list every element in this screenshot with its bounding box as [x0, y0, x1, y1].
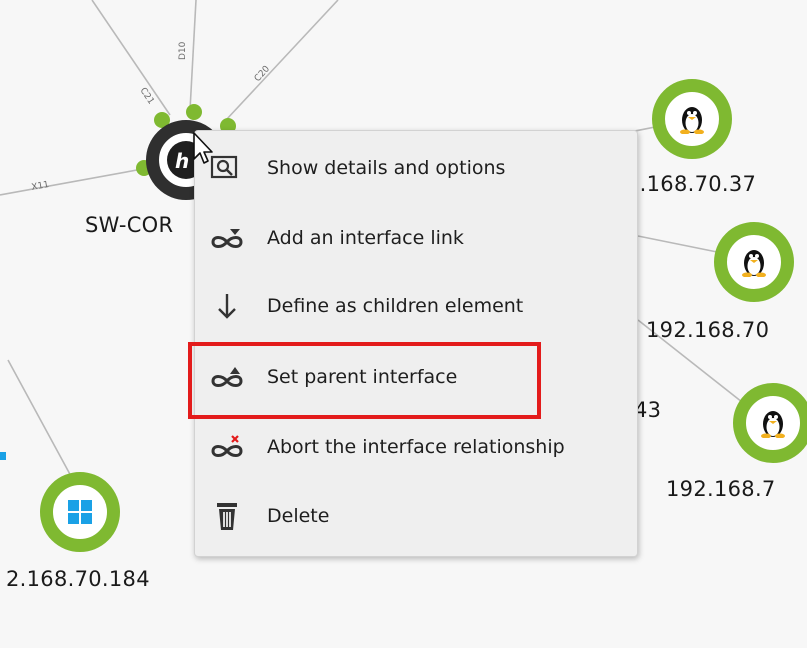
- node-label-linux-7: 192.168.7: [666, 477, 776, 501]
- node-label-linux-37: 2.168.70.37: [626, 172, 757, 196]
- edge-c21[interactable]: [91, 0, 171, 116]
- menu-item-label: Add an interface link: [267, 227, 464, 249]
- edge-label-d10: D10: [178, 41, 188, 60]
- menu-item-label: Abort the interface relationship: [267, 436, 565, 458]
- menu-item-add-interface-link[interactable]: Add an interface link: [195, 211, 637, 265]
- windows-logo-icon: [68, 500, 92, 524]
- edge-label-x11: X11: [31, 180, 50, 193]
- linux-tux-icon: [680, 107, 704, 134]
- arrow-down-icon: [207, 291, 247, 321]
- linux-tux-icon: [761, 411, 785, 438]
- menu-item-label: Show details and options: [267, 157, 506, 179]
- trash-icon: [207, 501, 247, 531]
- edge-to-70x[interactable]: [637, 235, 723, 254]
- node-linux-70x[interactable]: [714, 222, 794, 302]
- edge-d10[interactable]: [189, 0, 197, 111]
- edge-to-184[interactable]: [7, 359, 73, 479]
- node-windows-184[interactable]: [40, 472, 120, 552]
- menu-item-delete[interactable]: Delete: [195, 489, 637, 543]
- node-linux-37[interactable]: [652, 79, 732, 159]
- node-label-sw-core: SW-COR: [85, 213, 174, 237]
- menu-item-define-children[interactable]: Define as children element: [195, 279, 637, 333]
- svg-text:h: h: [175, 149, 189, 173]
- menu-item-abort-relationship[interactable]: Abort the interface relationship: [195, 420, 637, 474]
- node-label-hidden: 43: [634, 398, 662, 422]
- node-label-windows-184: 2.168.70.184: [6, 567, 150, 591]
- link-add-icon: [207, 223, 247, 253]
- edge-x11[interactable]: [0, 167, 149, 196]
- menu-item-label: Set parent interface: [267, 366, 458, 388]
- menu-item-set-parent-interface[interactable]: Set parent interface: [195, 350, 637, 404]
- edge-c20[interactable]: [225, 0, 339, 121]
- node-label-linux-70x: 192.168.70: [646, 318, 770, 342]
- menu-item-show-details[interactable]: Show details and options: [195, 141, 637, 195]
- edge-marker: [0, 452, 6, 460]
- mouse-cursor-icon: [193, 132, 213, 164]
- link-parent-icon: [207, 362, 247, 392]
- link-abort-icon: [207, 432, 247, 462]
- port-dot[interactable]: [186, 104, 202, 120]
- context-menu: Show details and options Add an interfac…: [194, 130, 638, 557]
- node-linux-7[interactable]: [733, 383, 807, 463]
- menu-item-label: Delete: [267, 505, 330, 527]
- linux-tux-icon: [742, 250, 766, 277]
- menu-item-label: Define as children element: [267, 295, 524, 317]
